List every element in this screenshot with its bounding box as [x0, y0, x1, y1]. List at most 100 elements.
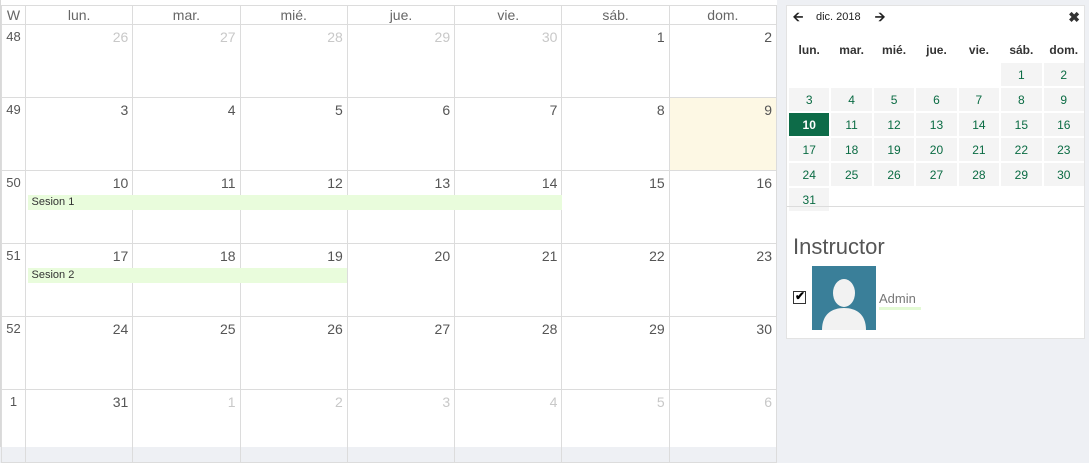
- day-cell[interactable]: 25: [132, 316, 241, 390]
- day-cell[interactable]: 30: [668, 316, 778, 390]
- mini-day[interactable]: 30: [1043, 163, 1084, 186]
- mini-day[interactable]: 5: [873, 88, 915, 111]
- mini-day[interactable]: 7: [958, 88, 1000, 111]
- week-row: 52 24 25 26 27 28 29 30: [1, 316, 778, 390]
- mini-day[interactable]: 3: [789, 88, 830, 111]
- arrow-left-icon[interactable]: 🡨: [791, 10, 805, 24]
- day-cell[interactable]: 9: [668, 97, 778, 171]
- mini-week-row: 10 11 12 13 14 15 16: [789, 113, 1084, 136]
- instructor-checkbox[interactable]: ✔: [793, 289, 806, 304]
- mini-day[interactable]: 2: [1043, 63, 1084, 86]
- mini-empty-cell: [959, 188, 999, 211]
- mini-day[interactable]: 24: [789, 163, 830, 186]
- week-number-cell: 1: [1, 389, 26, 463]
- mini-week-row: 24 25 26 27 28 29 30: [789, 163, 1084, 186]
- mini-day[interactable]: 11: [831, 113, 872, 136]
- day-cell[interactable]: 4: [132, 97, 241, 171]
- mini-day[interactable]: 12: [873, 113, 915, 136]
- mini-day[interactable]: 6: [916, 88, 957, 111]
- mini-day[interactable]: 14: [958, 113, 1000, 136]
- week-number: 49: [6, 102, 21, 117]
- mini-day[interactable]: 17: [789, 138, 830, 161]
- day-number: 27: [219, 29, 236, 45]
- day-cell[interactable]: 21: [454, 243, 563, 317]
- mini-day[interactable]: 9: [1043, 88, 1084, 111]
- mini-day[interactable]: 20: [916, 138, 957, 161]
- week-number: 51: [6, 248, 21, 263]
- mini-day[interactable]: 26: [873, 163, 915, 186]
- day-cell[interactable]: 15: [561, 170, 670, 244]
- calendar-event[interactable]: Sesion 1: [27, 194, 562, 210]
- mini-empty-cell: [789, 63, 829, 86]
- instructor-name[interactable]: Admin: [879, 291, 916, 306]
- week-number-cell: 48: [1, 24, 26, 98]
- mini-day[interactable]: 27: [916, 163, 957, 186]
- day-cell[interactable]: 2: [668, 24, 778, 98]
- mini-day[interactable]: 18: [831, 138, 872, 161]
- day-cell[interactable]: 27: [132, 24, 241, 98]
- day-number: 16: [756, 175, 772, 191]
- mini-day[interactable]: 23: [1043, 138, 1084, 161]
- day-number: 29: [434, 29, 451, 45]
- mini-day[interactable]: 28: [958, 163, 1000, 186]
- day-cell[interactable]: 27: [346, 316, 456, 390]
- day-number: 11: [221, 175, 236, 191]
- mini-day[interactable]: 16: [1043, 113, 1084, 136]
- mini-day[interactable]: 8: [1001, 88, 1042, 111]
- week-number-cell: 52: [1, 316, 26, 390]
- mini-day[interactable]: 21: [958, 138, 1000, 161]
- day-cell[interactable]: 5: [561, 389, 670, 463]
- mini-day[interactable]: 10: [789, 113, 830, 136]
- weekday-header: vie.: [454, 5, 563, 25]
- day-cell[interactable]: 30: [454, 24, 563, 98]
- week-row: 1 31 1 2 3 4 5 6: [1, 389, 778, 463]
- day-cell[interactable]: 26: [239, 316, 348, 390]
- week-number: 52: [6, 321, 21, 336]
- day-cell[interactable]: 16: [668, 170, 778, 244]
- day-cell[interactable]: 29: [561, 316, 670, 390]
- day-number: 4: [549, 394, 558, 410]
- day-cell[interactable]: 24: [24, 316, 134, 390]
- mini-day[interactable]: 25: [831, 163, 872, 186]
- mini-day[interactable]: 13: [916, 113, 957, 136]
- day-cell[interactable]: 2: [239, 389, 348, 463]
- calendar-event[interactable]: Sesion 2: [27, 267, 348, 283]
- mini-day[interactable]: 29: [1001, 163, 1042, 186]
- day-cell[interactable]: 23: [668, 243, 778, 317]
- day-cell[interactable]: 6: [346, 97, 456, 171]
- mini-day[interactable]: 22: [1001, 138, 1042, 161]
- mini-weekday: mié.: [882, 42, 907, 57]
- weekday-header: dom.: [668, 5, 778, 25]
- day-cell[interactable]: 28: [454, 316, 563, 390]
- day-cell[interactable]: 8: [561, 97, 670, 171]
- mini-day[interactable]: 4: [831, 88, 872, 111]
- arrow-right-icon[interactable]: 🡪: [873, 10, 887, 24]
- day-cell[interactable]: 3: [346, 389, 456, 463]
- day-cell[interactable]: 22: [561, 243, 670, 317]
- avatar: [812, 266, 876, 330]
- day-cell[interactable]: 26: [24, 24, 134, 98]
- day-cell[interactable]: 3: [24, 97, 134, 171]
- day-cell[interactable]: 29: [346, 24, 456, 98]
- close-icon[interactable]: ✖: [1068, 9, 1080, 26]
- week-number: 1: [9, 394, 18, 409]
- day-cell[interactable]: 7: [454, 97, 563, 171]
- day-cell[interactable]: 28: [239, 24, 348, 98]
- day-number: 1: [656, 29, 665, 45]
- day-cell[interactable]: 6: [668, 389, 778, 463]
- day-cell[interactable]: 31: [24, 389, 134, 463]
- day-number: 9: [764, 102, 772, 118]
- day-number: 26: [112, 29, 129, 45]
- mini-day[interactable]: 19: [873, 138, 915, 161]
- day-cell[interactable]: 1: [132, 389, 241, 463]
- mini-empty-cell: [916, 188, 956, 211]
- day-cell[interactable]: 1: [561, 24, 670, 98]
- mini-day[interactable]: 15: [1001, 113, 1042, 136]
- day-cell[interactable]: 5: [239, 97, 348, 171]
- mini-empty-cell: [874, 188, 914, 211]
- mini-day[interactable]: 31: [789, 188, 830, 211]
- day-cell[interactable]: 20: [346, 243, 456, 317]
- day-cell[interactable]: 4: [454, 389, 563, 463]
- day-number: 30: [756, 321, 772, 337]
- mini-day[interactable]: 1: [1001, 63, 1042, 86]
